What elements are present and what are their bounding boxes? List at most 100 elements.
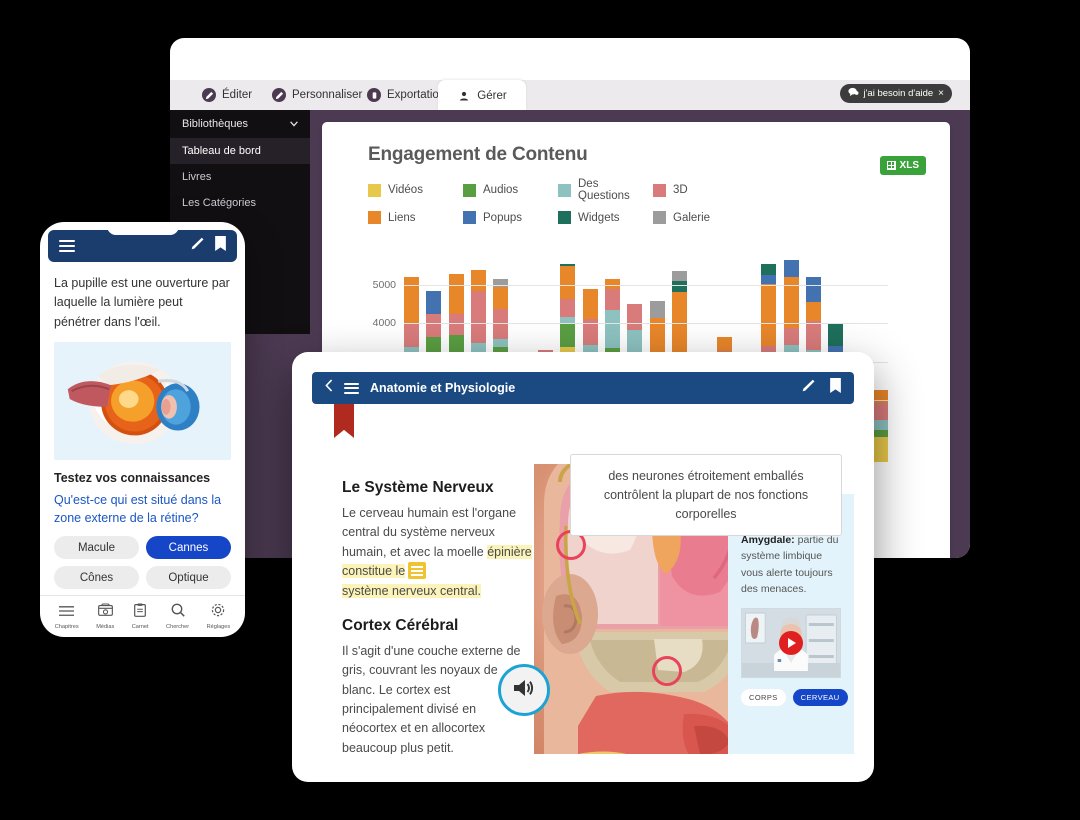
- legend-label: Widgets: [578, 211, 620, 224]
- bookmark-icon[interactable]: [215, 236, 226, 256]
- quiz-title: Testez vos connaissances: [54, 471, 211, 486]
- bar-segment: [761, 275, 777, 285]
- definition-tag-corps[interactable]: CORPS: [741, 689, 786, 707]
- legend-label: Audios: [483, 184, 519, 196]
- pencil-icon[interactable]: [801, 378, 816, 398]
- bar-segment: [828, 324, 844, 346]
- nav-item-médias[interactable]: Médias: [96, 603, 114, 630]
- legend-item-widgets[interactable]: Widgets: [558, 211, 653, 224]
- bar-segment: [783, 259, 799, 277]
- legend-item-popups[interactable]: Popups: [463, 211, 558, 224]
- nav-item-réglages[interactable]: Réglages: [206, 603, 231, 630]
- phone-paragraph: La pupille est une ouverture par laquell…: [54, 276, 230, 329]
- bar-segment: [649, 301, 665, 319]
- nav-item-chercher[interactable]: Chercher: [166, 603, 189, 630]
- bookmark-icon[interactable]: [830, 378, 841, 398]
- audio-play-button[interactable]: [498, 664, 550, 716]
- sidebar-item-livres[interactable]: Livres: [170, 164, 310, 190]
- chevron-left-icon[interactable]: [325, 379, 333, 397]
- quiz-question: Qu'est-ce qui est situé dans la zone ext…: [54, 493, 222, 526]
- tab-editer[interactable]: Éditer: [190, 80, 264, 110]
- help-button[interactable]: j'ai besoin d'aide ×: [839, 84, 952, 103]
- hamburger-icon[interactable]: [59, 240, 75, 252]
- bar-segment: [761, 263, 777, 276]
- highlighted-text-b: système nerveux central.: [342, 583, 481, 598]
- nav-item-chapitres[interactable]: Chapitres: [55, 604, 79, 630]
- bar-segment: [560, 298, 576, 318]
- play-icon[interactable]: [779, 631, 803, 656]
- nav-item-label: Carnet: [131, 624, 149, 630]
- bar-segment: [872, 419, 888, 431]
- nav-item-label: Chapitres: [54, 623, 79, 630]
- tablet-header: Anatomie et Physiologie: [312, 372, 854, 404]
- bar-segment: [716, 337, 732, 352]
- sidebar-item-les-categories[interactable]: Les Catégories: [170, 190, 310, 216]
- legend-item-galerie[interactable]: Galerie: [653, 211, 748, 224]
- legend-item-vidéos[interactable]: Vidéos: [368, 178, 463, 202]
- quiz-option-cannes[interactable]: Cannes: [146, 536, 231, 560]
- doctor-video-thumbnail[interactable]: [741, 608, 841, 679]
- gear-icon: [211, 603, 225, 622]
- legend-swatch: [558, 183, 571, 197]
- quiz-option-macule[interactable]: Macule: [54, 536, 139, 560]
- sidebar-item-label: Les Catégories: [182, 197, 256, 209]
- bar-segment: [448, 313, 464, 336]
- legend-item-liens[interactable]: Liens: [368, 211, 463, 224]
- close-icon[interactable]: ×: [938, 88, 944, 99]
- user-icon: [457, 89, 471, 103]
- bar-segment: [426, 313, 442, 338]
- tab-label: Gérer: [477, 89, 507, 102]
- chevron-down-icon: [290, 118, 298, 130]
- legend-label: Popups: [483, 211, 523, 224]
- chart-title: Engagement de Contenu: [368, 144, 588, 165]
- legend-label: Liens: [388, 211, 416, 224]
- hamburger-icon[interactable]: [344, 382, 359, 394]
- y-axis-tick: 5000: [372, 278, 396, 291]
- section-text-nerveux: Le cerveau humain est l'organe central d…: [342, 504, 532, 601]
- quiz-option-cônes[interactable]: Cônes: [54, 566, 139, 590]
- definition-tag-cerveau[interactable]: CERVEAU: [792, 689, 848, 707]
- phone-device: La pupille est une ouverture par laquell…: [40, 222, 245, 637]
- hotspot-marker-red-lower[interactable]: [652, 656, 682, 686]
- quiz-option-optique[interactable]: Optique: [146, 566, 231, 590]
- bar-segment: [493, 338, 509, 348]
- media-icon: [97, 603, 113, 622]
- speaker-icon: [512, 677, 536, 704]
- bar-segment: [470, 343, 486, 353]
- bar-segment: [872, 430, 888, 438]
- nav-item-label: Réglages: [206, 624, 231, 630]
- legend-swatch: [463, 183, 476, 197]
- sidebar-item-tableau-de-bord[interactable]: Tableau de bord: [170, 138, 310, 164]
- help-button-label: j'ai besoin d'aide: [863, 88, 934, 99]
- section-heading-nerveux: Le Système Nerveux: [342, 479, 494, 496]
- legend-label: Galerie: [673, 211, 711, 224]
- export-xls-button[interactable]: XLS: [879, 156, 926, 175]
- legend-swatch: [368, 183, 381, 197]
- legend-item-audios[interactable]: Audios: [463, 178, 558, 202]
- gridline: [404, 284, 888, 286]
- nav-item-label: Chercher: [166, 624, 190, 630]
- definition-tags: CORPS CERVEAU: [741, 689, 848, 707]
- sidebar-item-label: Tableau de bord: [182, 145, 261, 157]
- export-circle-icon: [367, 88, 381, 102]
- pencil-icon[interactable]: [190, 236, 205, 256]
- legend-swatch: [558, 211, 571, 224]
- definitions-text: Amygdale: partie du système limbique vou…: [741, 532, 841, 597]
- legend-swatch: [653, 211, 666, 224]
- sidebar-header[interactable]: Bibliothèques: [170, 110, 310, 138]
- legend-item-des-questions[interactable]: Des Questions: [558, 178, 653, 202]
- section-heading-cortex: Cortex Cérébral: [342, 616, 459, 634]
- gridline: [404, 323, 888, 325]
- quiz-options: Macule Cannes Cônes Optique: [54, 536, 231, 590]
- bar-segment: [470, 290, 486, 344]
- tab-gerer[interactable]: Gérer: [438, 80, 526, 111]
- note-icon[interactable]: [408, 562, 427, 580]
- chat-icon: [847, 87, 859, 100]
- legend-item-3d[interactable]: 3D: [653, 178, 748, 202]
- legend-swatch: [653, 183, 666, 197]
- nav-item-carnet[interactable]: Carnet: [132, 603, 149, 630]
- desktop-tab-bar: Éditer Personnaliser Exportation Gérer j…: [170, 80, 970, 111]
- tab-label: Éditer: [222, 89, 253, 101]
- legend-label: Vidéos: [388, 184, 423, 196]
- tablet-title: Anatomie et Physiologie: [370, 381, 516, 395]
